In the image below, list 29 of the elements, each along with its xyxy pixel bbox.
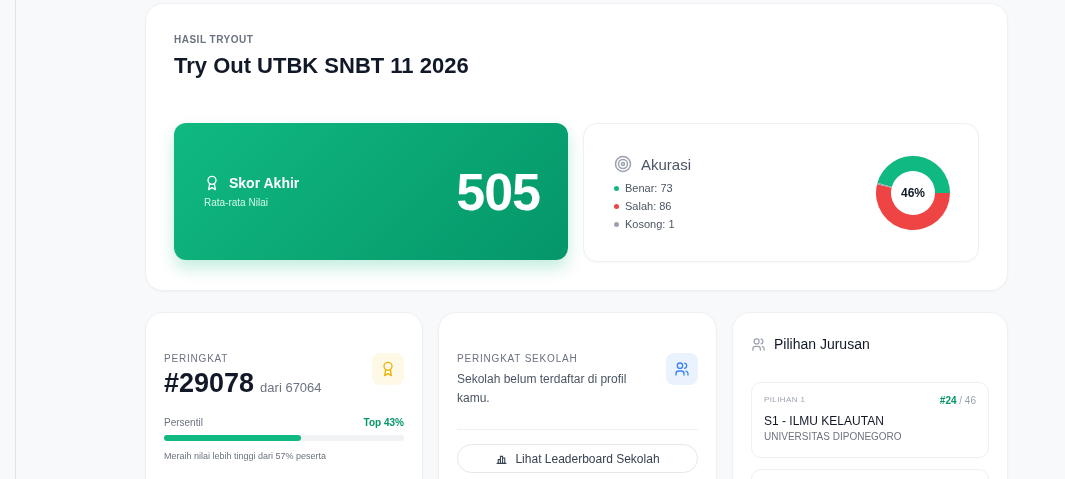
legend-label: Salah: 86 [625, 200, 672, 212]
rank-value: #29078 [164, 368, 255, 399]
school-label: PERINGKAT SEKOLAH [457, 353, 579, 364]
section-label: HASIL TRYOUT [174, 34, 255, 45]
award-icon [380, 361, 396, 377]
target-icon [614, 155, 632, 173]
legend-label: Benar: 73 [625, 182, 673, 194]
page-title: Try Out UTBK SNBT 11 2026 [174, 53, 470, 79]
percentile-value: Top 43% [363, 417, 404, 428]
program-name: S1 - ILMU KELAUTAN [764, 414, 885, 428]
accuracy-title: Akurasi [641, 155, 692, 173]
legend-label: Kosong: 1 [625, 218, 675, 230]
percentile-label: Persentil [164, 417, 203, 428]
score-value: 505 [456, 161, 540, 222]
users-icon [751, 336, 766, 352]
university-name: UNIVERSITAS DIPONEGORO [764, 431, 903, 442]
score-subtitle: Rata-rata Nilai [204, 197, 269, 208]
donut-center-label: 46% [901, 185, 925, 200]
award-icon [204, 175, 220, 191]
school-message: Sekolah belum terdaftar di profil kamu. [457, 371, 628, 407]
choice-rank: #24 / 46 [939, 395, 976, 406]
leaderboard-button[interactable]: Lihat Leaderboard Sekolah [457, 444, 698, 473]
rank-total: dari 67064 [260, 380, 322, 395]
score-title: Skor Akhir [229, 175, 300, 191]
users-icon [674, 361, 690, 377]
majors-title: Pilihan Jurusan [774, 336, 870, 352]
ranking-label: PERINGKAT [164, 353, 230, 364]
percentile-caption: Meraih nilai lebih tinggi dari 57% peserta [164, 451, 328, 461]
choice-label: PILIHAN 1 [764, 395, 806, 406]
